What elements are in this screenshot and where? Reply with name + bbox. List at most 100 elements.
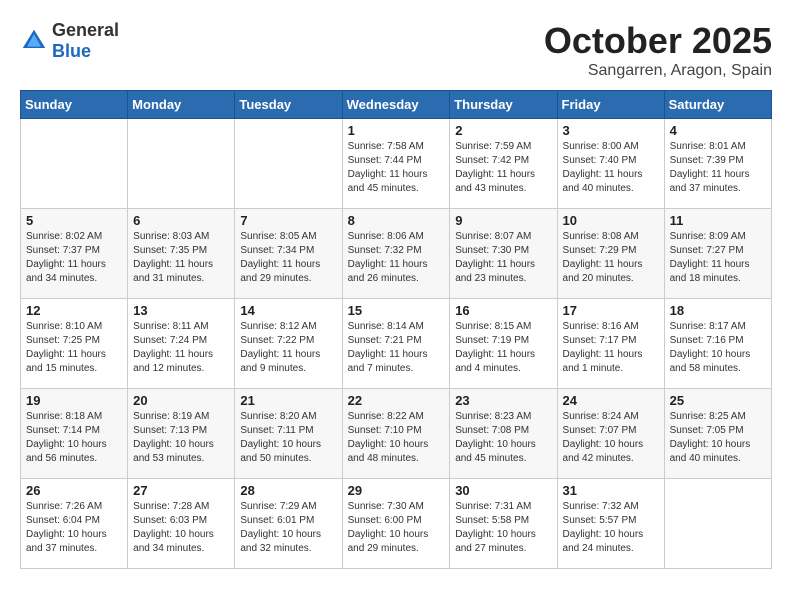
day-info: Sunrise: 8:12 AMSunset: 7:22 PMDaylight:… bbox=[240, 320, 336, 376]
title-area: October 2025 Sangarren, Aragon, Spain bbox=[544, 20, 772, 80]
calendar-day-cell: 1 Sunrise: 7:58 AMSunset: 7:44 PMDaylight… bbox=[342, 119, 450, 209]
calendar-table: SundayMondayTuesdayWednesdayThursdayFrid… bbox=[20, 90, 772, 569]
location-title: Sangarren, Aragon, Spain bbox=[544, 62, 772, 80]
day-number: 23 bbox=[455, 393, 551, 408]
calendar-day-cell: 17Sunrise: 8:16 AMSunset: 7:17 PMDayligh… bbox=[557, 299, 664, 389]
logo-text-blue: Blue bbox=[52, 41, 91, 61]
day-number: 24 bbox=[563, 393, 659, 408]
calendar-day-cell: 23 Sunrise: 8:23 AMSunset: 7:08 PMDayligh… bbox=[450, 389, 557, 479]
day-number: 6 bbox=[133, 213, 229, 228]
day-number: 28 bbox=[240, 483, 336, 498]
day-info: Sunrise: 8:22 AMSunset: 7:10 PMDaylight:… bbox=[348, 410, 445, 466]
calendar-day-cell: 3 Sunrise: 8:00 AMSunset: 7:40 PMDaylight… bbox=[557, 119, 664, 209]
day-number: 26 bbox=[26, 483, 122, 498]
weekday-header-cell: Monday bbox=[128, 91, 235, 119]
day-number: 29 bbox=[348, 483, 445, 498]
day-number: 13 bbox=[133, 303, 229, 318]
day-number: 31 bbox=[563, 483, 659, 498]
day-info: Sunrise: 8:24 AMSunset: 7:07 PMDaylight:… bbox=[563, 410, 659, 466]
day-info: Sunrise: 8:00 AMSunset: 7:40 PMDaylight:… bbox=[563, 140, 659, 196]
day-number: 8 bbox=[348, 213, 445, 228]
day-number: 14 bbox=[240, 303, 336, 318]
day-number: 20 bbox=[133, 393, 229, 408]
day-number: 22 bbox=[348, 393, 445, 408]
logo-icon bbox=[20, 27, 48, 55]
day-number: 2 bbox=[455, 123, 551, 138]
day-number: 21 bbox=[240, 393, 336, 408]
calendar-day-cell: 16 Sunrise: 8:15 AMSunset: 7:19 PMDayligh… bbox=[450, 299, 557, 389]
weekday-header-cell: Wednesday bbox=[342, 91, 450, 119]
day-info: Sunrise: 8:20 AMSunset: 7:11 PMDaylight:… bbox=[240, 410, 336, 466]
day-number: 10 bbox=[563, 213, 659, 228]
weekday-header-cell: Sunday bbox=[21, 91, 128, 119]
day-info: Sunrise: 7:59 AMSunset: 7:42 PMDaylight:… bbox=[455, 140, 551, 196]
day-number: 7 bbox=[240, 213, 336, 228]
day-info: Sunrise: 8:08 AMSunset: 7:29 PMDaylight:… bbox=[563, 230, 659, 286]
weekday-header-cell: Friday bbox=[557, 91, 664, 119]
day-number: 12 bbox=[26, 303, 122, 318]
calendar-day-cell: 21 Sunrise: 8:20 AMSunset: 7:11 PMDayligh… bbox=[235, 389, 342, 479]
weekday-header-cell: Tuesday bbox=[235, 91, 342, 119]
calendar-day-cell: 20 Sunrise: 8:19 AMSunset: 7:13 PMDayligh… bbox=[128, 389, 235, 479]
day-info: Sunrise: 8:14 AMSunset: 7:21 PMDaylight:… bbox=[348, 320, 445, 376]
logo: General Blue bbox=[20, 20, 119, 62]
day-info: Sunrise: 8:25 AMSunset: 7:05 PMDaylight:… bbox=[670, 410, 766, 466]
day-info: Sunrise: 8:18 AMSunset: 7:14 PMDaylight:… bbox=[26, 410, 122, 466]
calendar-day-cell: 27 Sunrise: 7:28 AMSunset: 6:03 PMDayligh… bbox=[128, 479, 235, 569]
weekday-header-cell: Saturday bbox=[664, 91, 771, 119]
day-number: 25 bbox=[670, 393, 766, 408]
day-number: 16 bbox=[455, 303, 551, 318]
calendar-day-cell: 25 Sunrise: 8:25 AMSunset: 7:05 PMDayligh… bbox=[664, 389, 771, 479]
calendar-body: 1 Sunrise: 7:58 AMSunset: 7:44 PMDaylight… bbox=[21, 119, 772, 569]
day-info: Sunrise: 7:30 AMSunset: 6:00 PMDaylight:… bbox=[348, 500, 445, 556]
weekday-header-cell: Thursday bbox=[450, 91, 557, 119]
calendar-day-cell: 10 Sunrise: 8:08 AMSunset: 7:29 PMDayligh… bbox=[557, 209, 664, 299]
day-info: Sunrise: 8:16 AMSunset: 7:17 PMDaylight:… bbox=[563, 320, 659, 376]
calendar-day-cell: 9Sunrise: 8:07 AMSunset: 7:30 PMDaylight… bbox=[450, 209, 557, 299]
calendar-day-cell: 18 Sunrise: 8:17 AMSunset: 7:16 PMDayligh… bbox=[664, 299, 771, 389]
calendar-week-row: 12 Sunrise: 8:10 AMSunset: 7:25 PMDayligh… bbox=[21, 299, 772, 389]
day-number: 3 bbox=[563, 123, 659, 138]
day-info: Sunrise: 8:05 AMSunset: 7:34 PMDaylight:… bbox=[240, 230, 336, 286]
calendar-week-row: 19 Sunrise: 8:18 AMSunset: 7:14 PMDayligh… bbox=[21, 389, 772, 479]
calendar-day-cell bbox=[128, 119, 235, 209]
day-info: Sunrise: 8:02 AMSunset: 7:37 PMDaylight:… bbox=[26, 230, 122, 286]
logo-text-general: General bbox=[52, 20, 119, 40]
calendar-day-cell: 5 Sunrise: 8:02 AMSunset: 7:37 PMDaylight… bbox=[21, 209, 128, 299]
day-info: Sunrise: 8:11 AMSunset: 7:24 PMDaylight:… bbox=[133, 320, 229, 376]
calendar-day-cell: 7 Sunrise: 8:05 AMSunset: 7:34 PMDaylight… bbox=[235, 209, 342, 299]
calendar-day-cell: 24 Sunrise: 8:24 AMSunset: 7:07 PMDayligh… bbox=[557, 389, 664, 479]
day-info: Sunrise: 8:01 AMSunset: 7:39 PMDaylight:… bbox=[670, 140, 766, 196]
day-info: Sunrise: 8:15 AMSunset: 7:19 PMDaylight:… bbox=[455, 320, 551, 376]
calendar-day-cell: 12 Sunrise: 8:10 AMSunset: 7:25 PMDayligh… bbox=[21, 299, 128, 389]
calendar-day-cell bbox=[21, 119, 128, 209]
calendar-week-row: 5 Sunrise: 8:02 AMSunset: 7:37 PMDaylight… bbox=[21, 209, 772, 299]
day-number: 19 bbox=[26, 393, 122, 408]
day-info: Sunrise: 8:03 AMSunset: 7:35 PMDaylight:… bbox=[133, 230, 229, 286]
calendar-week-row: 1 Sunrise: 7:58 AMSunset: 7:44 PMDaylight… bbox=[21, 119, 772, 209]
day-number: 27 bbox=[133, 483, 229, 498]
day-info: Sunrise: 8:19 AMSunset: 7:13 PMDaylight:… bbox=[133, 410, 229, 466]
calendar-day-cell: 30Sunrise: 7:31 AMSunset: 5:58 PMDayligh… bbox=[450, 479, 557, 569]
day-number: 15 bbox=[348, 303, 445, 318]
calendar-day-cell: 4 Sunrise: 8:01 AMSunset: 7:39 PMDaylight… bbox=[664, 119, 771, 209]
day-info: Sunrise: 8:07 AMSunset: 7:30 PMDaylight:… bbox=[455, 230, 551, 286]
weekday-header-row: SundayMondayTuesdayWednesdayThursdayFrid… bbox=[21, 91, 772, 119]
day-info: Sunrise: 8:23 AMSunset: 7:08 PMDaylight:… bbox=[455, 410, 551, 466]
day-info: Sunrise: 8:17 AMSunset: 7:16 PMDaylight:… bbox=[670, 320, 766, 376]
day-info: Sunrise: 7:28 AMSunset: 6:03 PMDaylight:… bbox=[133, 500, 229, 556]
calendar-day-cell: 28Sunrise: 7:29 AMSunset: 6:01 PMDayligh… bbox=[235, 479, 342, 569]
month-title: October 2025 bbox=[544, 20, 772, 62]
day-info: Sunrise: 8:09 AMSunset: 7:27 PMDaylight:… bbox=[670, 230, 766, 286]
calendar-day-cell: 29 Sunrise: 7:30 AMSunset: 6:00 PMDayligh… bbox=[342, 479, 450, 569]
day-number: 4 bbox=[670, 123, 766, 138]
day-info: Sunrise: 8:10 AMSunset: 7:25 PMDaylight:… bbox=[26, 320, 122, 376]
day-info: Sunrise: 8:06 AMSunset: 7:32 PMDaylight:… bbox=[348, 230, 445, 286]
calendar-day-cell: 2 Sunrise: 7:59 AMSunset: 7:42 PMDaylight… bbox=[450, 119, 557, 209]
day-number: 18 bbox=[670, 303, 766, 318]
calendar-day-cell bbox=[235, 119, 342, 209]
day-info: Sunrise: 7:58 AMSunset: 7:44 PMDaylight:… bbox=[348, 140, 445, 196]
day-number: 1 bbox=[348, 123, 445, 138]
day-number: 5 bbox=[26, 213, 122, 228]
day-info: Sunrise: 7:32 AMSunset: 5:57 PMDaylight:… bbox=[563, 500, 659, 556]
